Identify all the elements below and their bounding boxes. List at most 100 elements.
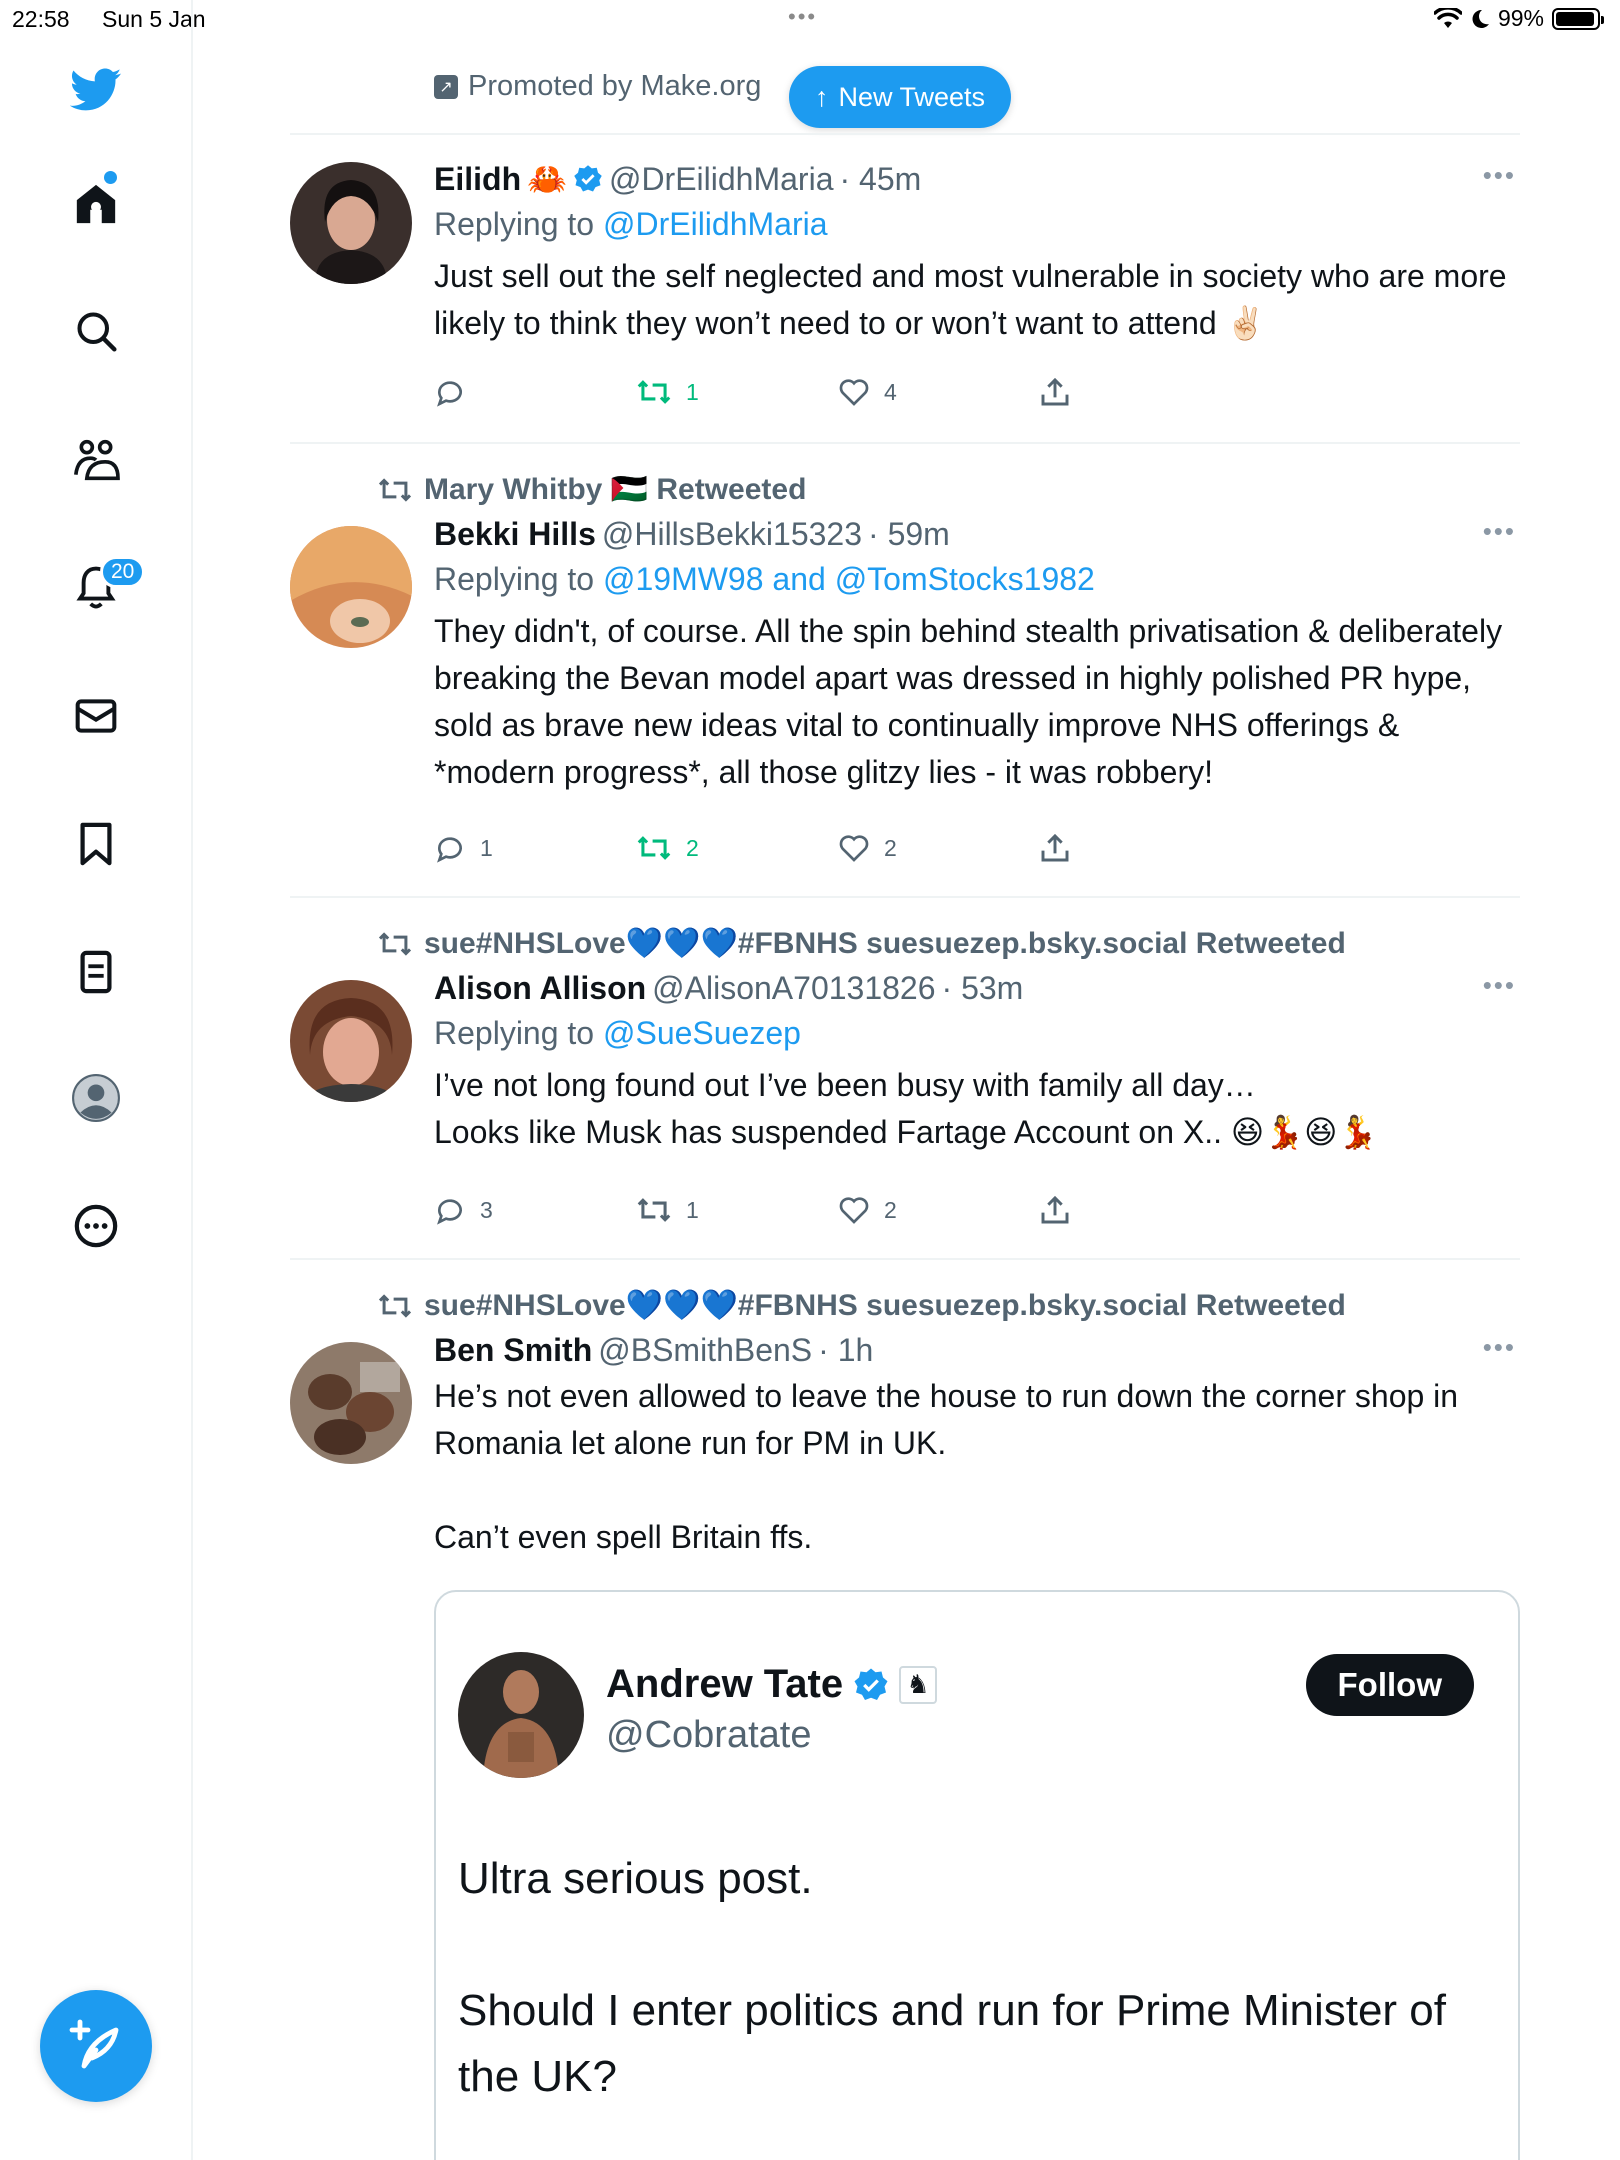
author-handle[interactable]: @AlisonA70131826 [652,970,935,1007]
more-icon[interactable] [70,1200,122,1252]
communities-icon[interactable] [70,434,122,486]
twitter-logo-icon[interactable] [70,64,122,116]
tweet-time[interactable]: · 1h [818,1332,873,1369]
retweeted-by-line[interactable]: Mary Whitby 🇵🇸 Retweeted [376,472,806,507]
retweet-count: 1 [686,378,699,405]
reply-icon [437,1199,462,1225]
retweeted-by-line[interactable]: sue#NHSLove💙💙💙#FBNHS suesuezep.bsky.soci… [376,926,1346,961]
replying-to-link[interactable]: @SueSuezep [603,1015,801,1051]
tweet[interactable]: Mary Whitby 🇵🇸 Retweeted Bekki Hills @Hi… [290,470,1520,890]
retweet-button[interactable]: 2 [636,832,838,864]
author-handle[interactable]: @HillsBekki15323 [602,516,862,553]
tweet-text: I’ve not long found out I’ve been busy w… [434,1067,1378,1150]
avatar[interactable] [290,526,412,648]
previous-tweet-actions-cutoff [560,24,1120,46]
author-name[interactable]: Alison Allison [434,970,646,1007]
like-button[interactable]: 2 [838,1194,1040,1226]
quoted-author-name: Andrew Tate [606,1662,844,1706]
tweet[interactable]: Eilidh 🦀 @DrEilidhMaria · 45m Replying t… [290,160,1520,440]
tweet-header: Bekki Hills @HillsBekki15323 · 59m [434,516,1514,553]
search-icon[interactable] [70,305,122,357]
more-options-icon[interactable]: ••• [1483,970,1516,1001]
author-name[interactable]: Eilidh [434,161,521,198]
retweet-icon [378,477,412,502]
compose-tweet-button[interactable] [40,1990,152,2102]
like-count: 2 [884,1196,897,1223]
more-options-icon[interactable]: ••• [1483,516,1516,547]
quoted-avatar [458,1652,584,1778]
reply-button[interactable] [434,376,636,408]
home-unread-dot [104,171,117,184]
replying-to: Replying to @DrEilidhMaria [434,206,1514,243]
replying-to-link[interactable]: @DrEilidhMaria [603,206,828,242]
quoted-post-text: Ultra serious post. Should I enter polit… [458,1854,1447,2101]
tweet-actions: 1 2 2 [434,832,1242,864]
sidebar-nav: 20 [0,0,193,2160]
do-not-disturb-moon-icon [1472,9,1489,28]
new-tweets-button[interactable]: ↑ New Tweets [789,66,1012,128]
avatar[interactable] [290,980,412,1102]
replying-to-label: Replying to [434,1015,603,1051]
compose-feather-icon [69,2019,119,2069]
tweet-actions: 1 4 [434,376,1242,408]
share-icon [1041,377,1069,406]
author-name-emoji: 🦀 [527,161,567,197]
verified-badge-icon [574,165,602,192]
share-button[interactable] [1040,832,1242,864]
tweet-text: They didn't, of course. All the spin beh… [434,613,1503,790]
heart-icon [839,1197,869,1224]
tweet-time[interactable]: · 59m [868,516,950,553]
more-options-icon[interactable]: ••• [1483,1332,1516,1363]
follow-button: Follow [1305,1654,1474,1716]
reply-button[interactable]: 1 [434,832,636,864]
divider [290,442,1520,444]
retweeted-by-text: sue#NHSLove💙💙💙#FBNHS suesuezep.bsky.soci… [424,927,1346,960]
replying-to-link[interactable]: @19MW98 and @TomStocks1982 [603,561,1095,597]
bookmarks-icon[interactable] [70,818,122,870]
promoted-label: ↗ Promoted by Make.org [434,70,761,103]
retweet-button[interactable]: 1 [636,376,838,408]
retweet-button[interactable]: 1 [636,1194,838,1226]
reply-count: 1 [480,834,493,861]
quoted-author: Andrew Tate ♞ [606,1662,938,1707]
tweet-text: He’s not even allowed to leave the house… [434,1378,1459,1555]
lists-icon[interactable] [70,946,122,998]
profile-icon[interactable] [70,1072,122,1124]
avatar[interactable] [290,1342,412,1464]
share-icon [1041,833,1069,862]
tweet[interactable]: sue#NHSLove💙💙💙#FBNHS suesuezep.bsky.soci… [290,924,1520,1254]
author-name[interactable]: Bekki Hills [434,516,596,553]
share-button[interactable] [1040,1194,1242,1226]
quoted-author-handle: @Cobratate [606,1714,812,1756]
verified-badge-icon [854,1668,888,1700]
retweet-count: 1 [686,1196,699,1223]
like-button[interactable]: 2 [838,832,1040,864]
tweet-time[interactable]: · 53m [942,970,1024,1007]
like-button[interactable]: 4 [838,376,1040,408]
more-options-icon[interactable]: ••• [1483,160,1516,191]
messages-icon[interactable] [70,690,122,742]
author-name[interactable]: Ben Smith [434,1332,592,1369]
quoted-post-image[interactable]: Andrew Tate ♞ @Cobratate Follow Ultra se… [434,1590,1520,2160]
heart-icon [839,835,869,862]
author-handle[interactable]: @BSmithBenS [598,1332,812,1369]
reply-button[interactable]: 3 [434,1194,636,1226]
home-icon[interactable] [70,178,122,230]
replying-to-label: Replying to [434,561,603,597]
retweet-icon [637,380,671,404]
tweet-time[interactable]: · 45m [839,161,921,198]
status-indicators: 99% [1433,5,1604,32]
heart-icon [839,379,869,406]
retweeted-by-text: Mary Whitby 🇵🇸 Retweeted [424,473,807,506]
retweeted-by-text: sue#NHSLove💙💙💙#FBNHS suesuezep.bsky.soci… [424,1289,1346,1322]
share-button[interactable] [1040,376,1242,408]
retweet-icon [378,931,412,956]
like-count: 4 [884,378,897,405]
notifications-badge: 20 [100,556,146,588]
retweeted-by-line[interactable]: sue#NHSLove💙💙💙#FBNHS suesuezep.bsky.soci… [376,1288,1346,1323]
tweet-header: Alison Allison @AlisonA70131826 · 53m [434,970,1514,1007]
divider [290,1258,1520,1260]
author-handle[interactable]: @DrEilidhMaria [609,161,834,198]
battery-percent: 99% [1497,5,1544,31]
avatar[interactable] [290,162,412,284]
